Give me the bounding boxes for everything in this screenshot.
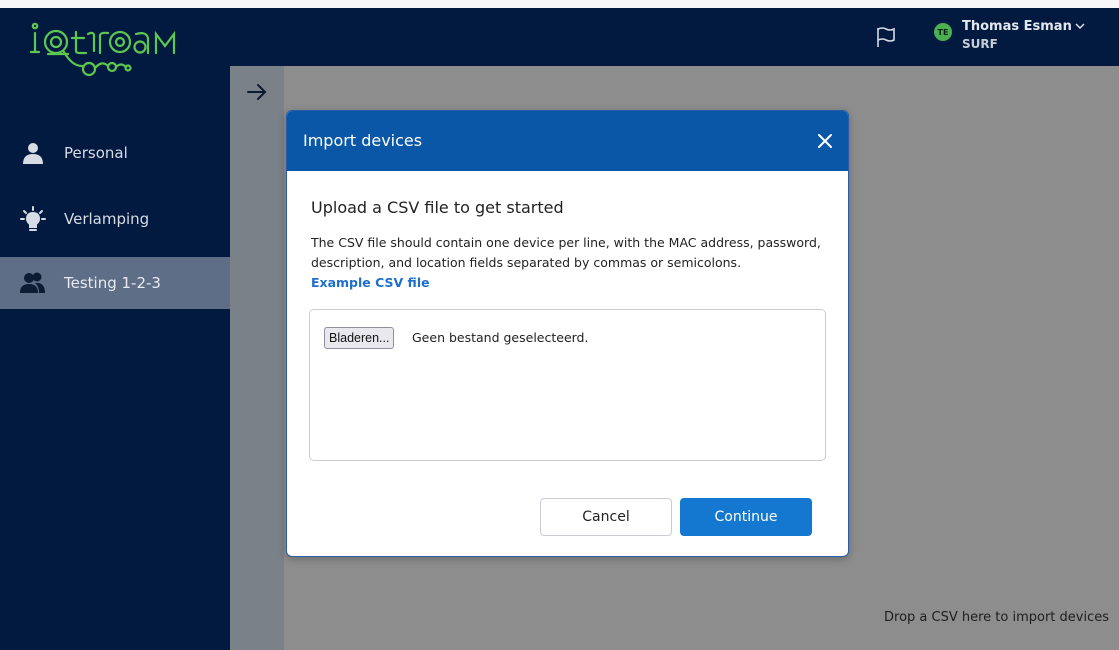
browse-button[interactable]: Bladeren... [324, 327, 395, 349]
close-button[interactable] [813, 129, 837, 153]
sidebar-item-label: Personal [64, 144, 128, 162]
file-status: Geen bestand geselecteerd. [412, 330, 589, 345]
user-name: Thomas Esman [962, 19, 1072, 34]
sidebar-item-label: Verlamping [64, 210, 150, 228]
example-csv-link[interactable]: Example CSV file [311, 275, 430, 290]
sidebar-item-personal[interactable]: Personal [0, 127, 230, 179]
modal-subtitle: Upload a CSV file to get started [311, 198, 564, 217]
user-menu[interactable]: TE Thomas Esman SURF [934, 18, 1085, 52]
drop-hint: Drop a CSV here to import devices [884, 610, 1109, 625]
cancel-button[interactable]: Cancel [540, 498, 672, 536]
top-strip [0, 0, 1119, 8]
modal-header: Import devices [287, 111, 848, 171]
sidebar-item-testing[interactable]: Testing 1-2-3 [0, 257, 230, 309]
close-icon [818, 134, 832, 148]
modal-title: Import devices [303, 131, 423, 150]
chevron-down-icon [1075, 18, 1085, 36]
group-icon [20, 270, 46, 296]
file-dropzone[interactable]: Bladeren... Geen bestand geselecteerd. [309, 309, 826, 461]
user-organization: SURF [962, 37, 998, 51]
expand-panel-button[interactable] [245, 80, 269, 104]
flag-button[interactable] [872, 23, 900, 51]
sidebar-item-label: Testing 1-2-3 [64, 274, 161, 292]
collapsed-panel-rail [230, 66, 284, 650]
person-icon [20, 140, 46, 166]
sidebar-item-verlamping[interactable]: Verlamping [0, 193, 230, 245]
import-devices-modal: Import devices Upload a CSV file to get … [286, 110, 849, 557]
continue-button[interactable]: Continue [680, 498, 812, 536]
arrow-right-icon [247, 84, 267, 100]
flag-icon [877, 27, 895, 47]
lightbulb-icon [20, 206, 46, 232]
brand-logo[interactable] [28, 22, 208, 82]
modal-description: The CSV file should contain one device p… [311, 235, 821, 270]
sidebar: Personal Verlamping Testing 1-2-3 [0, 8, 230, 650]
top-header: TE Thomas Esman SURF [230, 8, 1119, 66]
avatar: TE [934, 23, 952, 41]
